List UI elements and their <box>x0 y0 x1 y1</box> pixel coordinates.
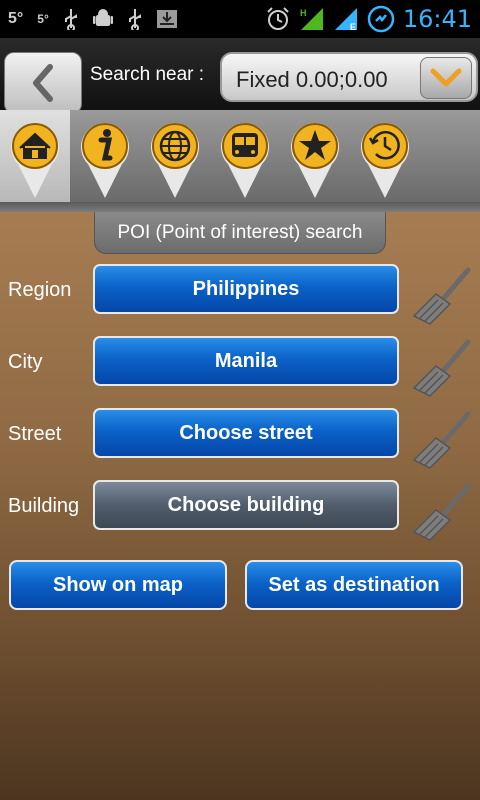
city-label: City <box>8 351 43 373</box>
clear-region-broom-icon[interactable] <box>410 266 474 326</box>
clear-city-broom-icon[interactable] <box>410 338 474 398</box>
temperature-2: 5° <box>37 12 49 26</box>
search-near-label: Search near : <box>90 64 205 85</box>
set-as-destination-button[interactable]: Set as destination <box>245 560 463 610</box>
globe-icon[interactable] <box>148 120 202 200</box>
svg-text:H: H <box>300 8 307 18</box>
bus-icon[interactable] <box>218 120 272 200</box>
info-icon[interactable] <box>78 120 132 200</box>
download-icon <box>156 10 177 28</box>
region-label: Region <box>8 279 72 301</box>
cellular-signal-2-icon: E <box>334 8 357 32</box>
back-button[interactable] <box>4 52 82 114</box>
clock: 16:41 <box>402 5 472 33</box>
back-chevron-icon <box>33 64 53 102</box>
street-label: Street <box>8 423 62 445</box>
region-button[interactable]: Philippines <box>93 264 399 314</box>
city-button[interactable]: Manila <box>93 336 399 386</box>
history-clock-icon[interactable] <box>358 120 412 200</box>
sync-icon <box>367 5 395 33</box>
category-strip <box>0 110 480 202</box>
dropdown-button[interactable] <box>420 57 472 99</box>
cellular-signal-icon: H <box>300 8 323 30</box>
building-label: Building <box>8 495 80 517</box>
clear-building-broom-icon[interactable] <box>410 482 474 542</box>
status-bar: 5° 5° H E 16:41 <box>0 0 480 38</box>
svg-text:E: E <box>350 22 356 32</box>
chevron-down-icon <box>430 68 462 87</box>
home-icon[interactable] <box>8 120 62 200</box>
alarm-clock-icon <box>267 7 289 30</box>
temperature-1: 5° <box>8 10 24 27</box>
show-on-map-button[interactable]: Show on map <box>9 560 227 610</box>
search-near-dropdown[interactable]: Fixed 0.00;0.00 <box>220 52 478 102</box>
street-button[interactable]: Choose street <box>93 408 399 458</box>
usb-icon-2 <box>128 9 141 30</box>
building-button[interactable]: Choose building <box>93 480 399 530</box>
section-tab: POI (Point of interest) search <box>94 212 386 254</box>
top-bar: Search near : Fixed 0.00;0.00 <box>0 38 480 114</box>
android-debug-icon <box>92 9 113 26</box>
star-icon[interactable] <box>288 120 342 200</box>
strip-divider <box>0 202 480 212</box>
usb-icon <box>64 9 77 30</box>
search-near-value: Fixed 0.00;0.00 <box>236 67 388 92</box>
clear-street-broom-icon[interactable] <box>410 410 474 470</box>
